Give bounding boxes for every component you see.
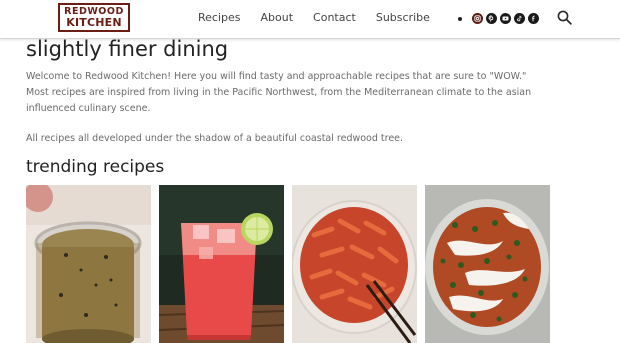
trending-heading: trending recipes bbox=[26, 157, 165, 177]
instagram-icon[interactable] bbox=[472, 13, 483, 24]
tiktok-icon[interactable] bbox=[514, 13, 525, 24]
main-nav: Recipes About Contact Subscribe bbox=[198, 11, 430, 24]
social-links bbox=[458, 13, 539, 24]
intro-paragraph: Welcome to Redwood Kitchen! Here you wil… bbox=[26, 71, 532, 114]
cocktail-image bbox=[159, 185, 284, 343]
nav-about[interactable]: About bbox=[261, 11, 294, 24]
intro-paragraph-2: All recipes all developed under the shad… bbox=[26, 133, 404, 144]
sauce-jar-image bbox=[26, 185, 151, 343]
site-logo[interactable]: REDWOOD KITCHEN bbox=[58, 3, 130, 32]
recipe-card-cocktail[interactable] bbox=[159, 185, 284, 343]
separator-dot bbox=[458, 16, 462, 21]
page-title: slightly finer dining bbox=[26, 37, 229, 61]
facebook-icon[interactable] bbox=[528, 13, 539, 24]
penne-pasta-image bbox=[292, 185, 417, 343]
recipe-card-sauce[interactable] bbox=[26, 185, 151, 343]
recipe-card-pasta[interactable] bbox=[292, 185, 417, 343]
youtube-icon[interactable] bbox=[500, 13, 511, 24]
search-icon[interactable] bbox=[557, 10, 572, 25]
logo-line-2: KITCHEN bbox=[66, 16, 122, 30]
nav-contact[interactable]: Contact bbox=[313, 11, 356, 24]
nav-recipes[interactable]: Recipes bbox=[198, 11, 241, 24]
recipe-card-curry[interactable] bbox=[425, 185, 550, 343]
curry-bowl-image bbox=[425, 185, 550, 343]
pinterest-icon[interactable] bbox=[486, 13, 497, 24]
site-header: REDWOOD KITCHEN Recipes About Contact Su… bbox=[0, 0, 620, 39]
nav-subscribe[interactable]: Subscribe bbox=[376, 11, 430, 24]
logo-line-1: REDWOOD bbox=[64, 5, 124, 17]
